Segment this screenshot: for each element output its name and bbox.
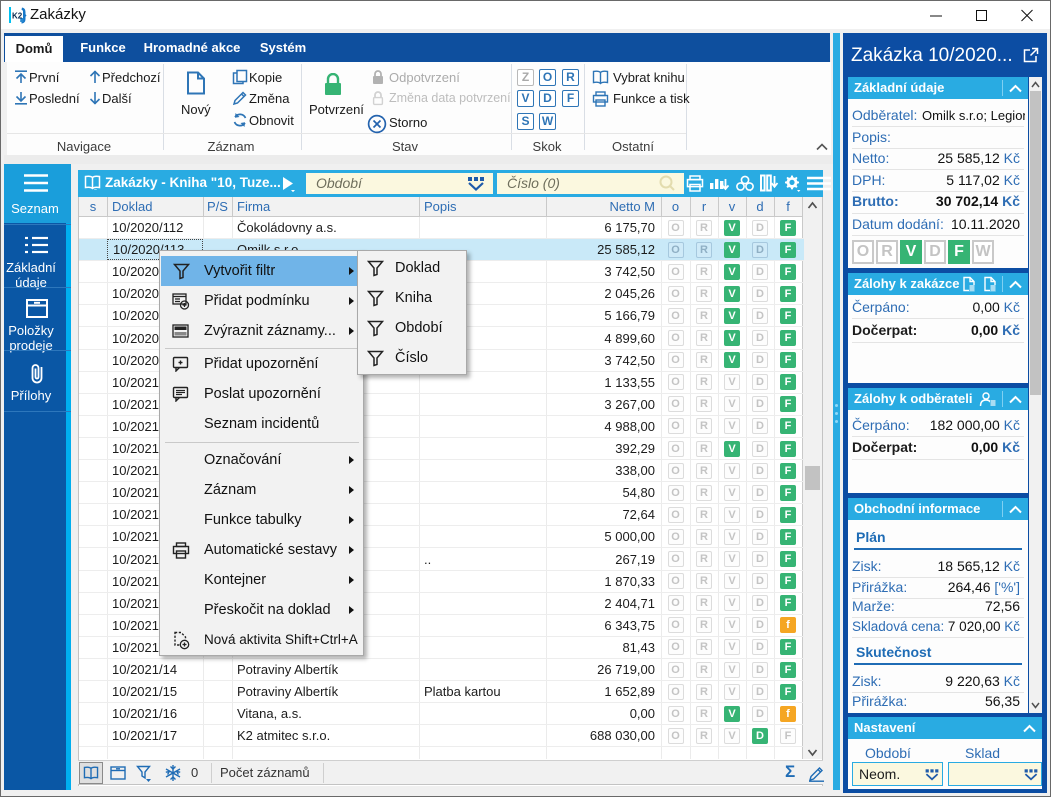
svg-text:K2: K2 xyxy=(12,12,23,21)
